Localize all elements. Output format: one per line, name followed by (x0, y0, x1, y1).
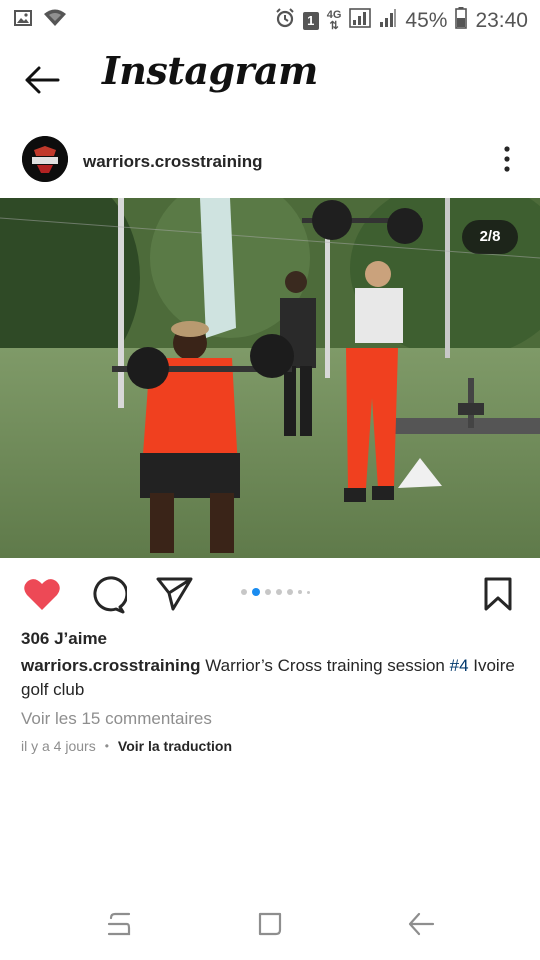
caption-text: Warrior’s Cross training session (200, 656, 450, 675)
recent-apps-button[interactable] (105, 910, 133, 943)
post-photo-illustration (0, 198, 540, 558)
view-comments-link[interactable]: Voir les 15 commentaires (21, 709, 212, 729)
avatar[interactable] (22, 136, 68, 182)
notification-count-badge: 1 (302, 12, 319, 30)
signal-bars-icon (379, 8, 397, 34)
carousel-dot (287, 589, 293, 595)
bookmark-icon (484, 577, 512, 611)
heart-icon (24, 579, 60, 610)
post-header: warriors.crosstraining (0, 130, 540, 190)
instagram-logo-text: Instagram (102, 48, 318, 93)
back-arrow-icon (25, 66, 60, 94)
system-navigation-bar (0, 890, 540, 960)
carousel-dot (265, 589, 271, 595)
post-meta: il y a 4 jours • Voir la traduction (21, 738, 232, 754)
share-button[interactable] (156, 576, 194, 617)
send-icon (156, 577, 193, 611)
save-button[interactable] (483, 576, 513, 617)
status-bar-left (14, 9, 66, 32)
recent-apps-icon (107, 912, 131, 936)
app-header: Instagram (0, 38, 540, 118)
wifi-icon (44, 9, 66, 32)
post-caption: warriors.crosstraining Warrior’s Cross t… (21, 654, 521, 702)
carousel-dot (276, 589, 282, 595)
system-back-button[interactable] (407, 910, 435, 943)
caption-username[interactable]: warriors.crosstraining (21, 656, 201, 675)
status-bar-right: 1 4G ⇅ 45% 23:40 (275, 7, 528, 35)
avatar-logo (22, 136, 68, 182)
image-counter-badge: 2/8 (462, 220, 518, 254)
signal-strength-icon (349, 8, 372, 34)
see-translation-link[interactable]: Voir la traduction (118, 738, 232, 754)
alarm-icon (275, 8, 295, 34)
comment-button[interactable] (89, 576, 129, 619)
caption-hashtag[interactable]: #4 (450, 656, 469, 675)
carousel-dot (307, 590, 310, 594)
like-button[interactable] (23, 576, 61, 617)
post-image[interactable]: 2/8 (0, 198, 540, 558)
clock-time: 23:40 (475, 9, 528, 32)
back-button[interactable] (22, 62, 62, 98)
carousel-indicator (241, 588, 310, 596)
status-bar: 1 4G ⇅ 45% 23:40 (0, 0, 540, 38)
gallery-notification-icon (14, 10, 32, 31)
more-options-button[interactable] (496, 144, 518, 174)
carousel-dot (298, 590, 302, 594)
more-vertical-icon (504, 146, 510, 172)
network-type-text: 4G (326, 9, 342, 21)
meta-separator: • (104, 739, 109, 753)
post-actions-bar (0, 570, 540, 620)
battery-icon (455, 7, 468, 35)
battery-percentage: 45% (405, 9, 448, 32)
network-type-label: 4G ⇅ (326, 9, 342, 32)
likes-count[interactable]: 306 J’aime (21, 629, 107, 649)
carousel-dot-active (252, 588, 260, 596)
system-back-icon (408, 912, 435, 936)
carousel-dot (241, 589, 247, 595)
post-username[interactable]: warriors.crosstraining (83, 152, 263, 172)
home-square-icon (258, 912, 282, 936)
comment-icon (93, 576, 129, 614)
post-timestamp: il y a 4 jours (21, 738, 96, 754)
home-button[interactable] (256, 910, 284, 943)
